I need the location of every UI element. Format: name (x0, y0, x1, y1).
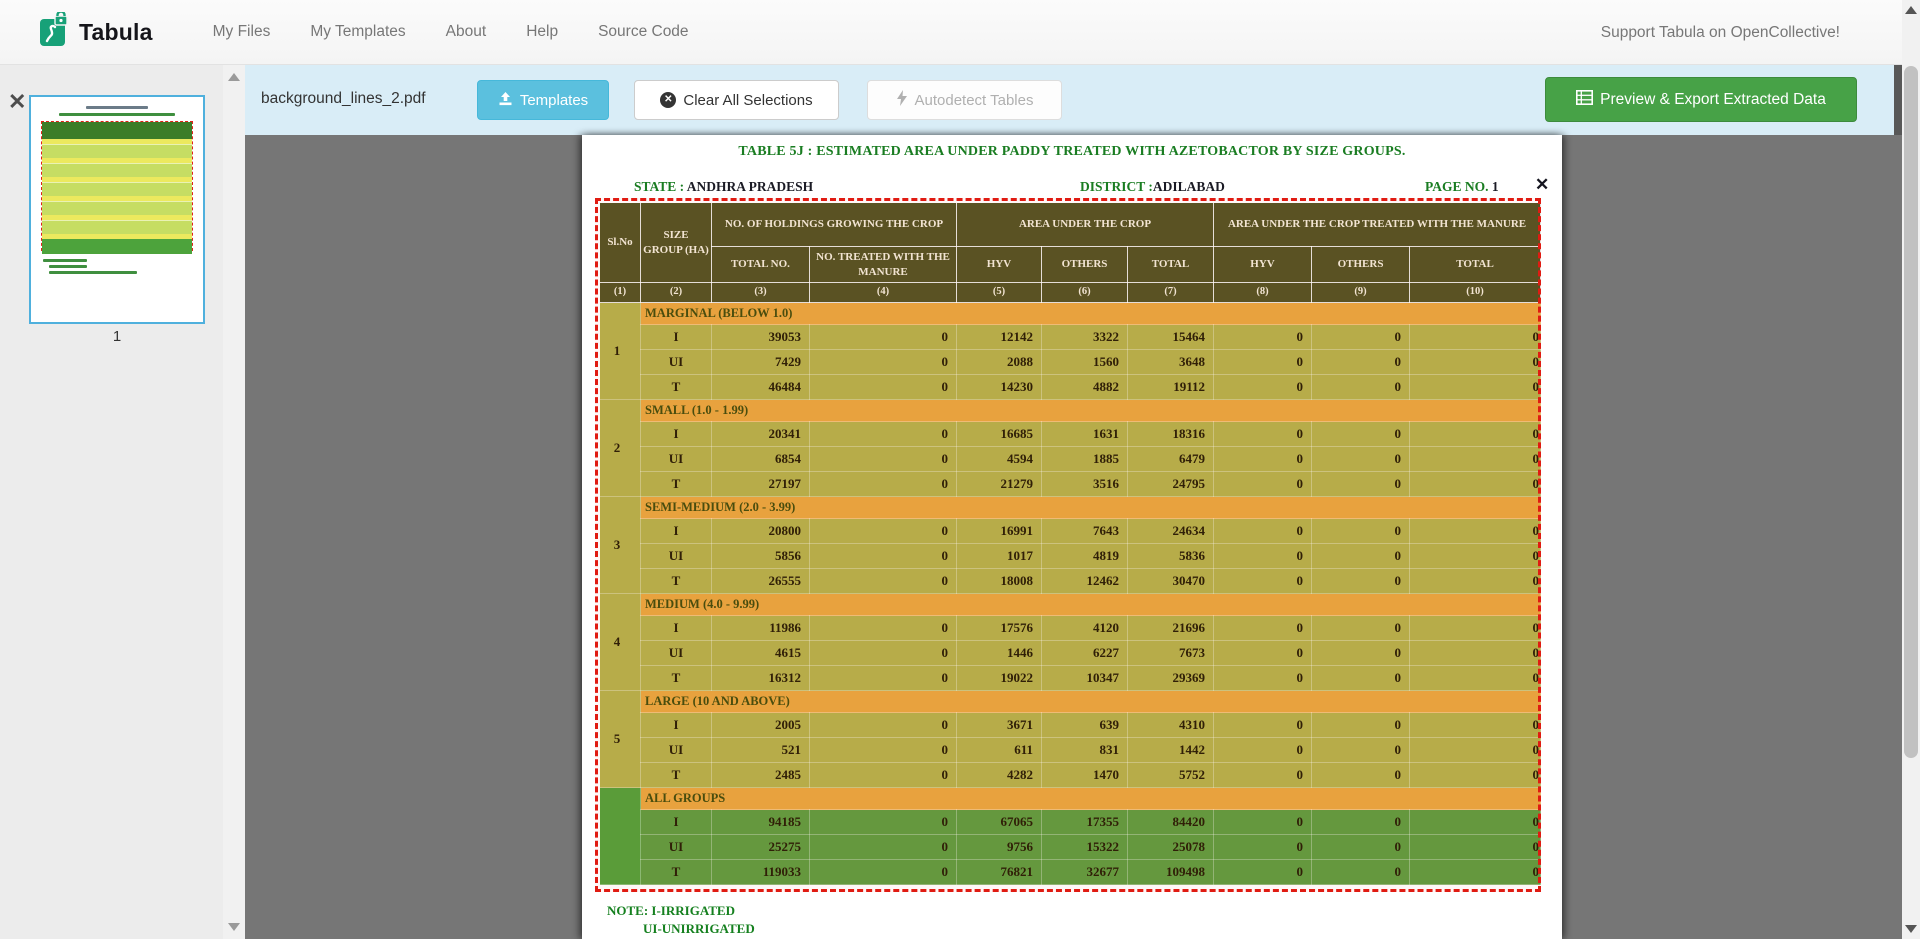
toolbar: background_lines_2.pdf Templates ✕ Clear… (245, 65, 1894, 135)
autodetect-tables-button: Autodetect Tables (867, 80, 1062, 120)
support-link[interactable]: Support Tabula on OpenCollective! (1601, 0, 1840, 65)
templates-label: Templates (520, 92, 588, 109)
thumbnail-page-number: 1 (29, 328, 205, 345)
state-label: STATE : (634, 179, 684, 194)
tabula-brand[interactable]: Tabula (38, 12, 153, 53)
page-thumbnail[interactable] (29, 95, 205, 324)
scroll-up-icon[interactable] (1905, 6, 1917, 14)
brand-title: Tabula (79, 19, 153, 46)
nav-links: My Files My Templates About Help Source … (213, 23, 689, 41)
clear-all-selections-button[interactable]: ✕ Clear All Selections (634, 80, 839, 120)
templates-icon (498, 91, 513, 110)
document-viewer: TABLE 5J : ESTIMATED AREA UNDER PADDY TR… (245, 135, 1902, 939)
page-no-label: PAGE NO. (1425, 179, 1489, 194)
pdf-table-title: TABLE 5J : ESTIMATED AREA UNDER PADDY TR… (582, 144, 1562, 160)
filename-label: background_lines_2.pdf (261, 90, 426, 108)
thumbnail-selection-box (41, 121, 193, 251)
thumb-note-line (49, 265, 87, 268)
note-irrigated: NOTE: I-IRRIGATED (607, 903, 735, 919)
remove-circle-icon: ✕ (660, 92, 676, 108)
templates-button[interactable]: Templates (477, 80, 609, 120)
thumb-subtitle-line (59, 113, 175, 116)
lightning-icon (896, 90, 908, 110)
tabula-logo-icon (38, 12, 70, 53)
top-navbar: Tabula My Files My Templates About Help … (0, 0, 1920, 65)
nav-item-help[interactable]: Help (526, 23, 558, 41)
thumb-note-line (43, 259, 87, 262)
district-value: ADILABAD (1153, 179, 1225, 194)
table-list-icon (1576, 90, 1593, 110)
selection-close-icon[interactable]: ✕ (1535, 175, 1549, 195)
scrollbar-thumb[interactable] (1904, 66, 1918, 758)
export-label: Preview & Export Extracted Data (1600, 91, 1826, 109)
autodetect-label: Autodetect Tables (915, 92, 1034, 109)
nav-item-about[interactable]: About (446, 23, 487, 41)
sidebar-scroll-down-icon[interactable] (228, 923, 240, 931)
clear-label: Clear All Selections (683, 92, 812, 109)
scroll-down-icon[interactable] (1905, 925, 1917, 933)
preview-export-button[interactable]: Preview & Export Extracted Data (1545, 77, 1857, 122)
pdf-meta-row: STATE : ANDHRA PRADESH DISTRICT :ADILABA… (582, 179, 1562, 197)
state-value: ANDHRA PRADESH (687, 179, 813, 194)
note-unirrigated: UI-UNIRRIGATED (643, 921, 755, 937)
district-label: DISTRICT : (1080, 179, 1153, 194)
page-no-value: 1 (1492, 179, 1499, 194)
pdf-page[interactable]: TABLE 5J : ESTIMATED AREA UNDER PADDY TR… (582, 135, 1562, 939)
nav-item-my-templates[interactable]: My Templates (310, 23, 405, 41)
thumb-title-line (86, 106, 148, 109)
page-scrollbar[interactable] (1902, 0, 1920, 939)
thumb-note-line (49, 271, 137, 274)
sidebar-scrollbar[interactable] (223, 65, 245, 939)
page-thumbnails-sidebar: ✕ 1 (0, 65, 245, 939)
sidebar-scroll-up-icon[interactable] (228, 73, 240, 81)
table-selection-box[interactable] (595, 198, 1541, 892)
nav-item-source-code[interactable]: Source Code (598, 23, 688, 41)
inner-scrollbar-strip[interactable] (1894, 65, 1902, 135)
nav-item-my-files[interactable]: My Files (213, 23, 271, 41)
remove-file-icon[interactable]: ✕ (8, 91, 26, 113)
